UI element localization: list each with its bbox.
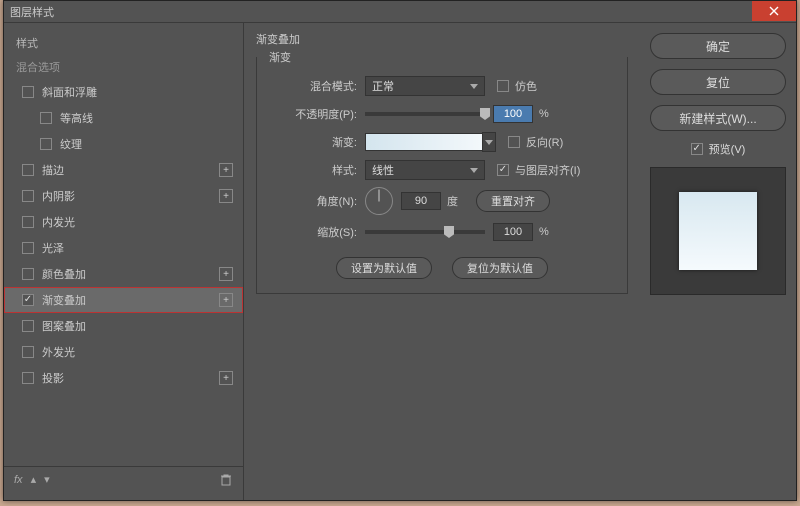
checkbox-icon[interactable] (22, 372, 34, 384)
close-button[interactable] (752, 1, 796, 21)
window-title: 图层样式 (10, 4, 54, 20)
opacity-label: 不透明度(P): (273, 106, 365, 122)
blend-mode-label: 混合模式: (273, 78, 365, 94)
style-item-label: 渐变叠加 (42, 292, 86, 308)
dither-checkbox[interactable]: 仿色 (497, 78, 537, 94)
style-item-label: 投影 (42, 370, 64, 386)
plus-icon[interactable]: + (219, 189, 233, 203)
style-item-11[interactable]: 投影 + (4, 365, 243, 391)
style-item-4[interactable]: 内阴影 + (4, 183, 243, 209)
sidebar-sub-heading[interactable]: 混合选项 (4, 55, 243, 79)
slider-thumb[interactable] (480, 108, 490, 120)
style-item-7[interactable]: 颜色叠加 + (4, 261, 243, 287)
plus-icon[interactable]: + (219, 267, 233, 281)
style-list: 斜面和浮雕等高线纹理描边 + 内阴影 + 内发光光泽颜色叠加 + 渐变叠加 + 图案叠加外发光投… (4, 79, 243, 466)
style-item-9[interactable]: 图案叠加 (4, 313, 243, 339)
preview-swatch (679, 192, 757, 270)
checkbox-icon[interactable] (40, 138, 52, 150)
fx-menu[interactable]: fx (14, 474, 23, 486)
checkbox-icon[interactable] (22, 268, 34, 280)
blend-mode-select[interactable]: 正常 (365, 76, 485, 96)
right-column: 确定 复位 新建样式(W)... 预览(V) (640, 23, 796, 500)
reverse-checkbox[interactable]: 反向(R) (508, 134, 563, 150)
style-select[interactable]: 线性 (365, 160, 485, 180)
preview-box (650, 167, 786, 295)
checkbox-icon (691, 143, 703, 155)
scale-slider[interactable] (365, 230, 485, 234)
style-item-10[interactable]: 外发光 (4, 339, 243, 365)
sidebar: 样式 混合选项 斜面和浮雕等高线纹理描边 + 内阴影 + 内发光光泽颜色叠加 + 渐变叠加 +… (4, 23, 244, 500)
style-item-label: 光泽 (42, 240, 64, 256)
style-item-6[interactable]: 光泽 (4, 235, 243, 261)
sidebar-heading: 样式 (4, 31, 243, 55)
trash-icon[interactable] (219, 473, 233, 487)
sidebar-footer: fx ▴ ▾ (4, 466, 243, 492)
preview-checkbox[interactable]: 预览(V) (691, 141, 746, 157)
checkbox-icon[interactable] (22, 216, 34, 228)
gradient-dropdown[interactable] (482, 132, 496, 152)
angle-label: 角度(N): (273, 193, 365, 209)
angle-unit: 度 (447, 193, 458, 209)
style-item-label: 图案叠加 (42, 318, 86, 334)
style-item-label: 纹理 (60, 136, 82, 152)
checkbox-icon (508, 136, 520, 148)
checkbox-icon[interactable] (40, 112, 52, 124)
angle-input[interactable] (401, 192, 441, 210)
checkbox-icon (497, 164, 509, 176)
opacity-slider[interactable] (365, 112, 485, 116)
style-item-label: 内发光 (42, 214, 75, 230)
align-layer-checkbox[interactable]: 与图层对齐(I) (497, 162, 580, 178)
scale-label: 缩放(S): (273, 224, 365, 240)
set-default-button[interactable]: 设置为默认值 (336, 257, 432, 279)
new-style-button[interactable]: 新建样式(W)... (650, 105, 786, 131)
slider-thumb[interactable] (444, 226, 454, 238)
checkbox-icon (497, 80, 509, 92)
gradient-swatch[interactable] (365, 133, 483, 151)
style-item-0[interactable]: 斜面和浮雕 (4, 79, 243, 105)
angle-dial[interactable] (365, 187, 393, 215)
group-title: 渐变 (265, 49, 295, 65)
arrow-down-icon[interactable]: ▾ (44, 473, 50, 486)
checkbox-icon[interactable] (22, 320, 34, 332)
opacity-input[interactable] (493, 105, 533, 123)
checkbox-icon[interactable] (22, 294, 34, 306)
reset-default-button[interactable]: 复位为默认值 (452, 257, 548, 279)
style-item-label: 外发光 (42, 344, 75, 360)
style-item-label: 描边 (42, 162, 64, 178)
style-item-5[interactable]: 内发光 (4, 209, 243, 235)
plus-icon[interactable]: + (219, 293, 233, 307)
checkbox-icon[interactable] (22, 242, 34, 254)
style-item-3[interactable]: 描边 + (4, 157, 243, 183)
layer-style-dialog: 图层样式 样式 混合选项 斜面和浮雕等高线纹理描边 + 内阴影 + 内发光光泽颜色叠加 +… (3, 0, 797, 501)
main-title: 渐变叠加 (256, 31, 628, 47)
gradient-label: 渐变: (273, 134, 365, 150)
style-item-1[interactable]: 等高线 (4, 105, 243, 131)
style-item-2[interactable]: 纹理 (4, 131, 243, 157)
checkbox-icon[interactable] (22, 86, 34, 98)
style-item-label: 内阴影 (42, 188, 75, 204)
style-item-label: 斜面和浮雕 (42, 84, 97, 100)
scale-unit: % (539, 226, 549, 238)
arrow-up-icon[interactable]: ▴ (31, 473, 37, 486)
main-panel: 渐变叠加 渐变 混合模式: 正常 仿色 不透明度(P): % (244, 23, 640, 500)
checkbox-icon[interactable] (22, 346, 34, 358)
titlebar: 图层样式 (4, 1, 796, 23)
style-item-label: 等高线 (60, 110, 93, 126)
plus-icon[interactable]: + (219, 163, 233, 177)
dialog-body: 样式 混合选项 斜面和浮雕等高线纹理描边 + 内阴影 + 内发光光泽颜色叠加 + 渐变叠加 +… (4, 23, 796, 500)
reset-align-button[interactable]: 重置对齐 (476, 190, 550, 212)
checkbox-icon[interactable] (22, 164, 34, 176)
checkbox-icon[interactable] (22, 190, 34, 202)
ok-button[interactable]: 确定 (650, 33, 786, 59)
cancel-button[interactable]: 复位 (650, 69, 786, 95)
close-icon (769, 6, 779, 16)
gradient-group: 渐变 混合模式: 正常 仿色 不透明度(P): % 渐变: (256, 57, 628, 294)
style-item-8[interactable]: 渐变叠加 + (4, 287, 243, 313)
plus-icon[interactable]: + (219, 371, 233, 385)
style-label: 样式: (273, 162, 365, 178)
opacity-unit: % (539, 108, 549, 120)
style-item-label: 颜色叠加 (42, 266, 86, 282)
scale-input[interactable] (493, 223, 533, 241)
